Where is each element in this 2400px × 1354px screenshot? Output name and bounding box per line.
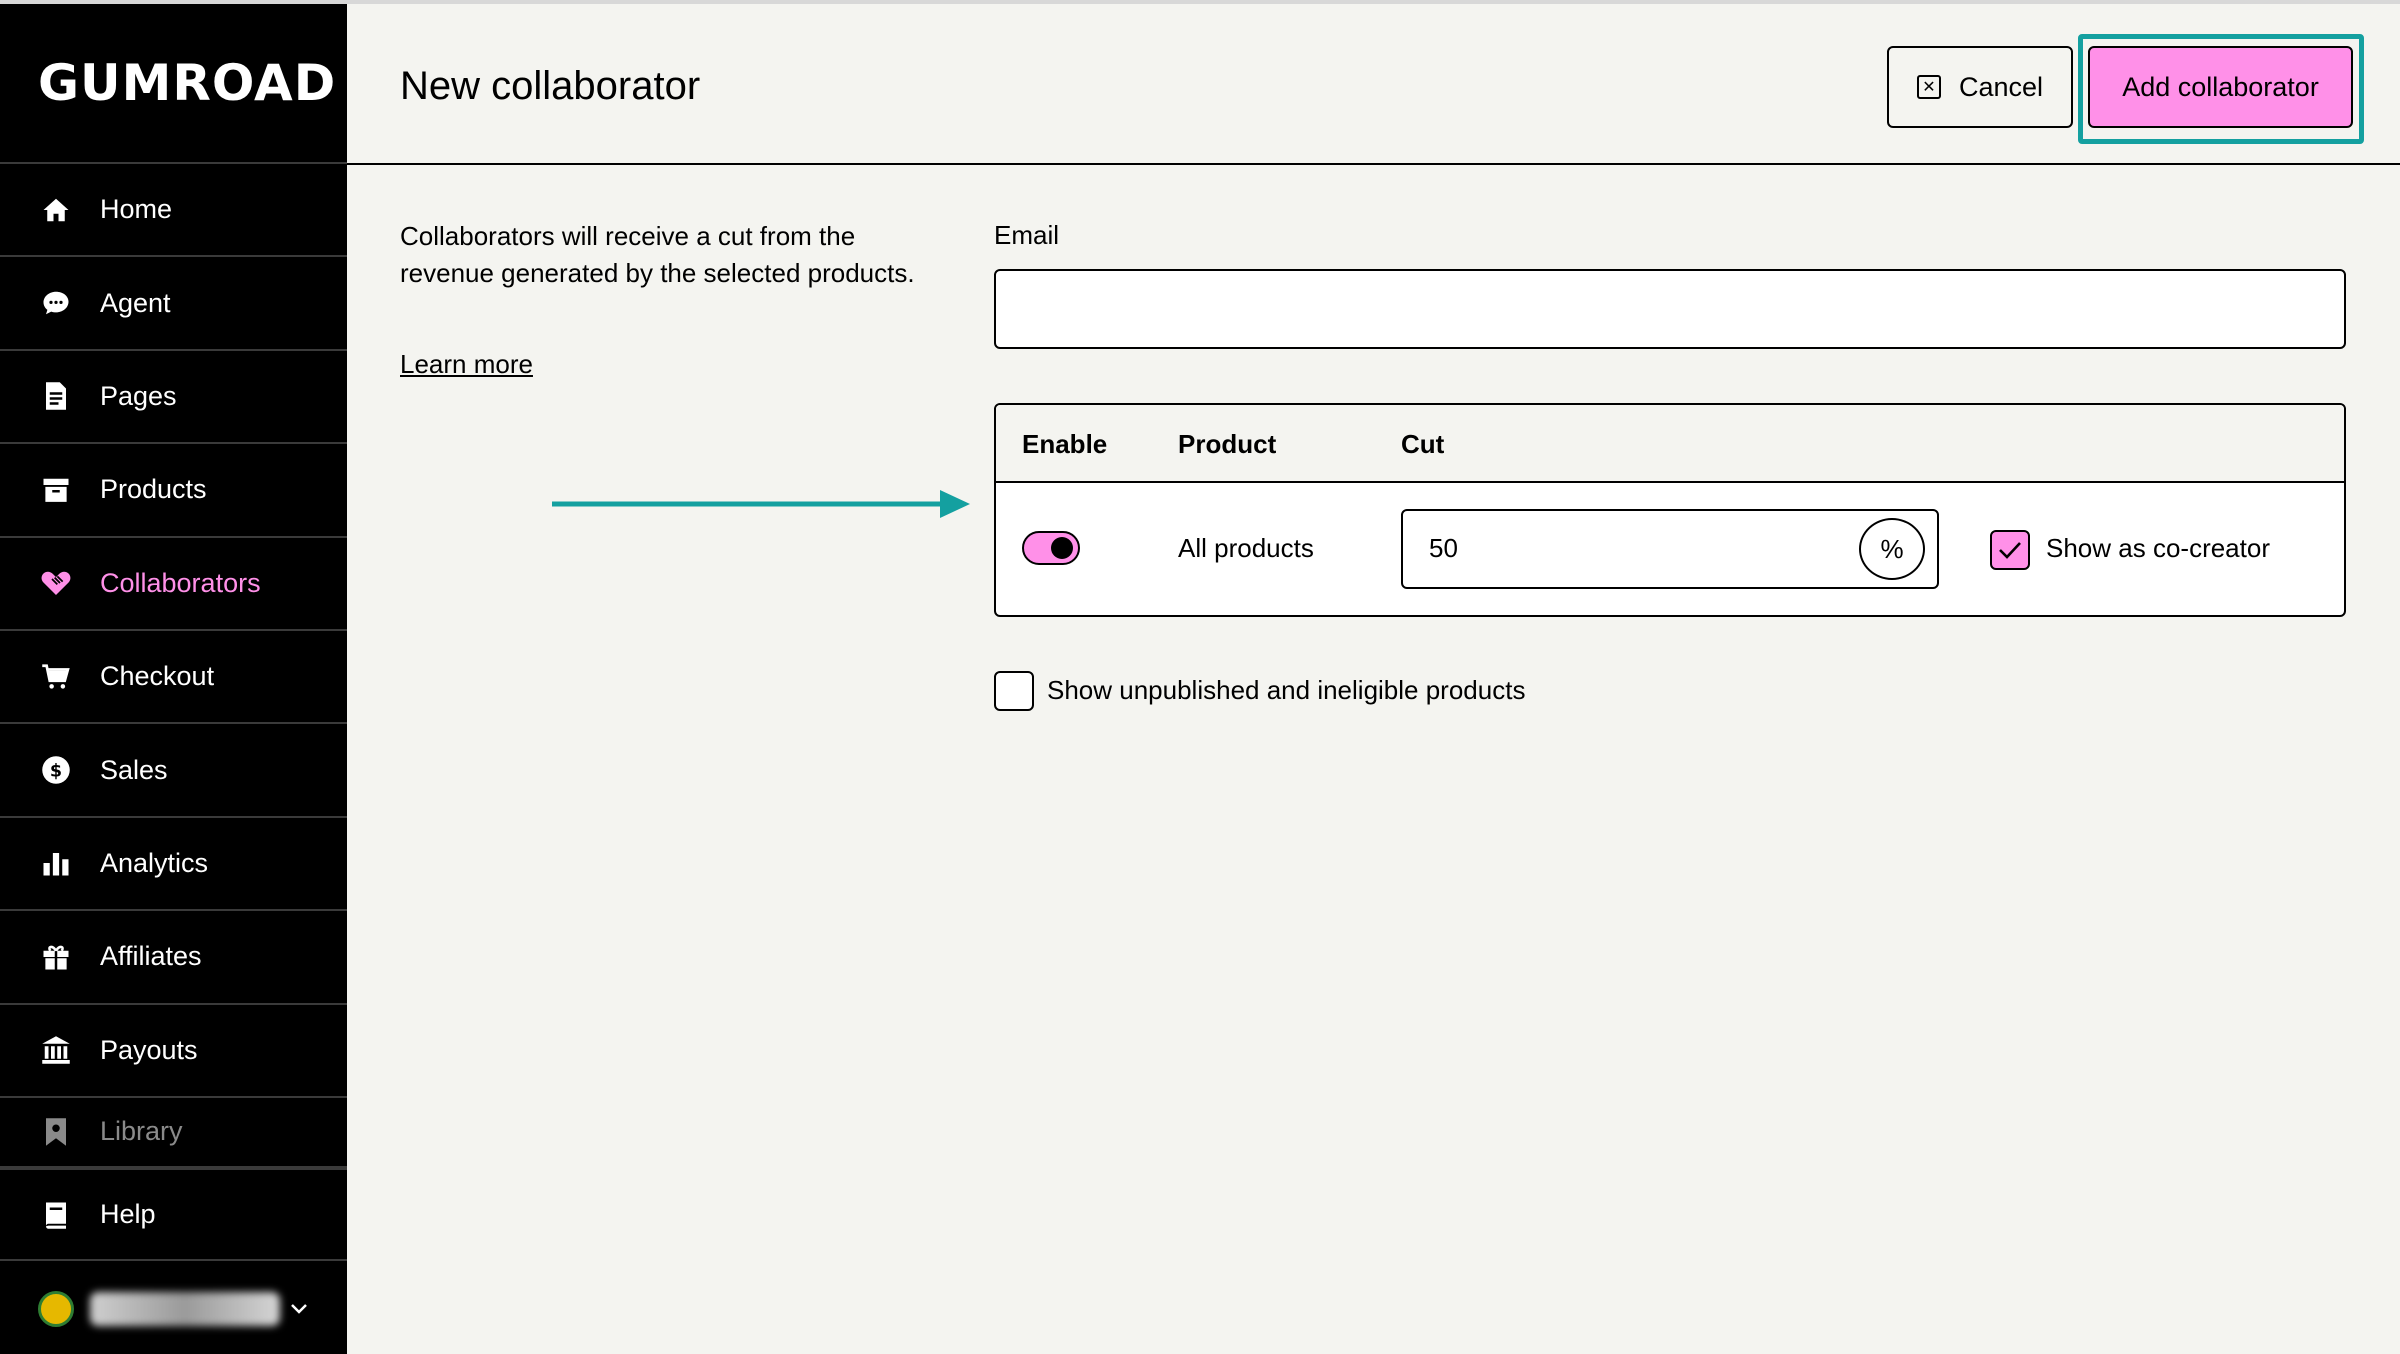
sidebar-item-payouts[interactable]: Payouts <box>0 1005 347 1098</box>
column-header-product: Product <box>1178 429 1277 459</box>
home-icon <box>40 194 72 226</box>
sidebar: GUMROAD Home Agent Pages Products Collab… <box>0 0 347 1354</box>
book-icon <box>40 1199 72 1231</box>
email-field[interactable] <box>994 269 2346 349</box>
bar-chart-icon <box>40 847 72 879</box>
percent-unit: % <box>1859 518 1925 580</box>
sidebar-item-pages[interactable]: Pages <box>0 351 347 445</box>
show-as-cocreator-checkbox[interactable] <box>1990 530 2030 570</box>
sidebar-item-sales[interactable]: $ Sales <box>0 724 347 818</box>
column-header-cut: Cut <box>1401 429 1445 459</box>
sidebar-item-label: Home <box>100 194 173 225</box>
handshake-icon <box>40 567 72 599</box>
user-name-blurred <box>90 1292 280 1326</box>
product-name: All products <box>1178 533 1314 563</box>
collaborators-description: Collaborators will receive a cut from th… <box>400 221 915 288</box>
logo-text: GUMROAD <box>38 54 337 112</box>
avatar <box>38 1291 74 1327</box>
page-title: New collaborator <box>400 64 701 108</box>
show-as-cocreator-label: Show as co-creator <box>2046 533 2270 563</box>
cancel-button[interactable]: ✕ Cancel <box>1887 46 2073 128</box>
archive-box-icon <box>40 474 72 506</box>
sidebar-item-label: Affiliates <box>100 941 202 972</box>
bookmark-icon <box>40 1116 72 1148</box>
add-collaborator-label: Add collaborator <box>2122 71 2319 102</box>
table-header: Enable Product Cut <box>996 405 2344 483</box>
cut-value: 50 <box>1429 533 1458 563</box>
document-icon <box>40 380 72 412</box>
arrow-annotation <box>552 490 970 518</box>
dollar-circle-icon: $ <box>40 754 72 786</box>
sidebar-item-label: Analytics <box>100 847 209 878</box>
account-menu[interactable] <box>0 1264 347 1354</box>
sidebar-item-checkout[interactable]: Checkout <box>0 631 347 725</box>
sidebar-item-help[interactable]: Help <box>0 1167 347 1262</box>
cart-icon <box>40 661 72 693</box>
sidebar-item-label: Pages <box>100 380 177 411</box>
email-label: Email <box>994 220 1060 250</box>
enable-toggle[interactable] <box>1022 531 1080 565</box>
sidebar-item-analytics[interactable]: Analytics <box>0 818 347 912</box>
sidebar-item-label: Collaborators <box>100 567 261 598</box>
sidebar-item-label: Library <box>100 1116 183 1147</box>
sidebar-item-home[interactable]: Home <box>0 164 347 258</box>
sidebar-item-library[interactable]: Library <box>0 1098 347 1168</box>
sidebar-item-collaborators[interactable]: Collaborators <box>0 538 347 631</box>
sidebar-item-label: Sales <box>100 754 168 785</box>
sidebar-item-label: Products <box>100 474 207 505</box>
cut-input[interactable]: 50 % <box>1401 509 1939 589</box>
sidebar-item-agent[interactable]: Agent <box>0 257 347 351</box>
sidebar-item-label: Help <box>100 1199 156 1230</box>
sidebar-item-products[interactable]: Products <box>0 444 347 538</box>
column-header-enable: Enable <box>1022 429 1108 459</box>
gumroad-logo[interactable]: GUMROAD <box>0 4 347 164</box>
sidebar-item-label: Payouts <box>100 1034 198 1065</box>
close-icon: ✕ <box>1916 75 1941 99</box>
chat-bubble-icon <box>40 287 72 319</box>
page-header: New collaborator ✕ Cancel Add collaborat… <box>347 0 2400 165</box>
sidebar-item-label: Agent <box>100 287 171 318</box>
show-unpublished-checkbox[interactable] <box>994 671 1034 711</box>
svg-text:$: $ <box>50 761 62 781</box>
sidebar-item-affiliates[interactable]: Affiliates <box>0 911 347 1005</box>
sidebar-item-label: Checkout <box>100 661 215 692</box>
show-unpublished-label: Show unpublished and ineligible products <box>1047 675 1526 705</box>
gift-icon <box>40 941 72 973</box>
learn-more-link[interactable]: Learn more <box>400 349 533 380</box>
products-table: Enable Product Cut All products 50 % Sho… <box>994 403 2346 617</box>
checkmark-icon <box>1999 542 2021 559</box>
chevron-down-icon <box>290 1296 308 1322</box>
add-collaborator-button[interactable]: Add collaborator <box>2088 46 2353 128</box>
table-row: All products 50 % Show as co-creator <box>996 483 2344 615</box>
toggle-knob <box>1051 537 1073 559</box>
cancel-button-label: Cancel <box>1958 71 2044 102</box>
bank-icon <box>40 1034 72 1066</box>
